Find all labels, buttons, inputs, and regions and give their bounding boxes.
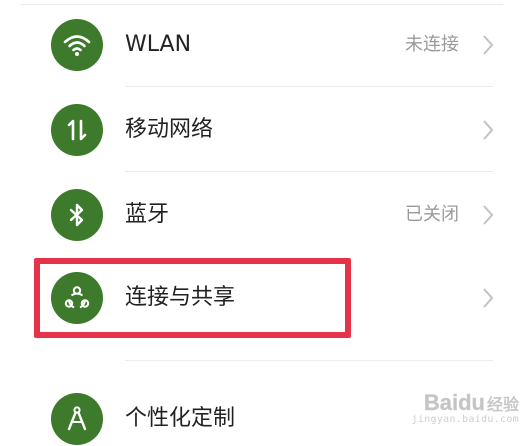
bluetooth-icon xyxy=(51,189,103,241)
row-divider xyxy=(125,360,493,361)
top-divider xyxy=(20,4,503,5)
highlight-annotation-box xyxy=(34,258,351,338)
wlan-label: WLAN xyxy=(125,32,192,57)
wifi-icon xyxy=(51,19,103,71)
watermark-url: jingyan.baidu.com xyxy=(411,414,519,425)
chevron-right-icon xyxy=(483,205,494,225)
mobile-data-icon xyxy=(51,104,103,156)
bluetooth-label: 蓝牙 xyxy=(125,202,170,227)
chevron-right-icon xyxy=(483,120,494,140)
settings-item-bluetooth[interactable]: 蓝牙 已关闭 xyxy=(0,180,525,250)
watermark-logo: Baidu xyxy=(423,390,486,415)
row-divider xyxy=(125,86,493,87)
baidu-jingyan-watermark: Baidu 经验 jingyan.baidu.com xyxy=(412,390,519,425)
compass-icon xyxy=(51,393,103,445)
settings-screen: WLAN 未连接 移动网络 蓝牙 已关闭 连接与共享 个性化定制 Baidu 经… xyxy=(0,0,525,446)
row-divider xyxy=(125,171,493,172)
bluetooth-status: 已关闭 xyxy=(405,204,459,225)
mobile-network-label: 移动网络 xyxy=(125,117,214,142)
watermark-logo-cn: 经验 xyxy=(486,395,519,414)
chevron-right-icon xyxy=(483,35,494,55)
personalization-label: 个性化定制 xyxy=(125,406,236,431)
settings-item-mobile-network[interactable]: 移动网络 xyxy=(0,95,525,165)
wlan-status: 未连接 xyxy=(405,34,459,55)
settings-item-wlan[interactable]: WLAN 未连接 xyxy=(0,10,525,80)
chevron-right-icon xyxy=(483,288,494,308)
